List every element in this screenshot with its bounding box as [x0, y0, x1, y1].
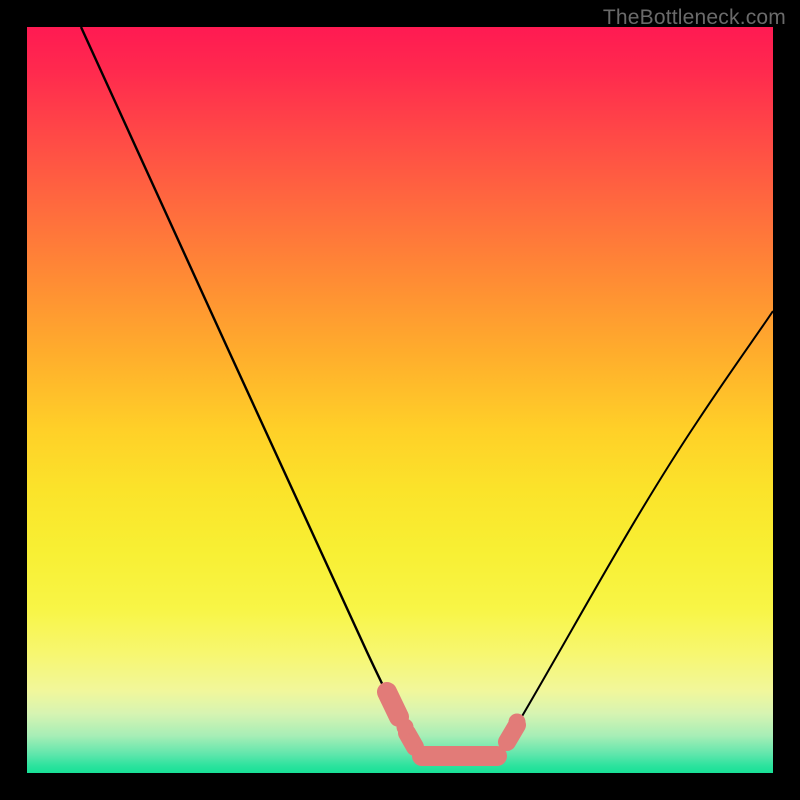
chart-frame: TheBottleneck.com	[0, 0, 800, 800]
bottleneck-marker	[387, 692, 525, 756]
watermark-text: TheBottleneck.com	[603, 6, 786, 30]
plot-area	[27, 27, 773, 773]
curves-layer	[27, 27, 773, 773]
left-curve	[81, 27, 422, 756]
right-curve	[497, 311, 773, 756]
